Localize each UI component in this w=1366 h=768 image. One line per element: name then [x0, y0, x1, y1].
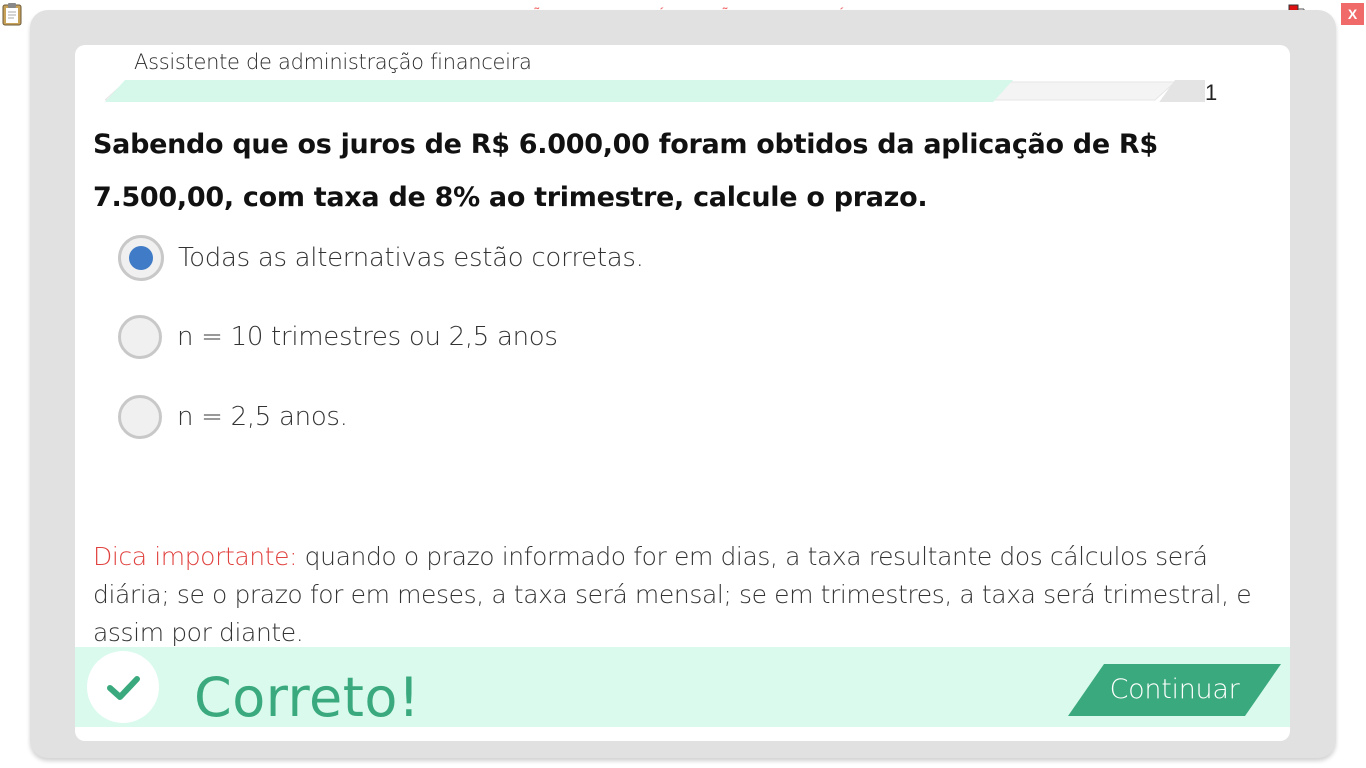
close-button[interactable]: X	[1341, 3, 1364, 25]
important-tip: Dica importante: quando o prazo informad…	[93, 538, 1273, 652]
radio-selected[interactable]	[118, 235, 164, 281]
option-10-trimestres[interactable]: n = 10 trimestres ou 2,5 anos	[118, 314, 558, 360]
question-text: Sabendo que os juros de R$ 6.000,00 fora…	[93, 129, 1158, 213]
tip-label: Dica importante:	[93, 542, 298, 571]
check-badge	[87, 651, 159, 723]
option-label: n = 10 trimestres ou 2,5 anos	[177, 322, 558, 352]
check-icon	[107, 676, 140, 700]
module-title: Assistente de administração financeira	[134, 50, 532, 74]
option-all-correct[interactable]: Todas as alternativas estão corretas.	[118, 235, 644, 281]
question-number: 1	[1205, 80, 1218, 105]
continue-label: Continuar	[1109, 674, 1240, 705]
progress-bar	[105, 80, 1205, 102]
clipboard-icon[interactable]	[2, 2, 22, 26]
feedback-status: Correto!	[194, 666, 421, 729]
continue-button[interactable]: Continuar	[1068, 664, 1281, 716]
radio-unselected[interactable]	[118, 395, 162, 439]
progress-fill	[105, 80, 1014, 102]
option-label: Todas as alternativas estão corretas.	[178, 243, 644, 273]
option-2-5-anos[interactable]: n = 2,5 anos.	[118, 394, 348, 440]
radio-unselected[interactable]	[118, 315, 162, 359]
option-label: n = 2,5 anos.	[177, 402, 348, 432]
